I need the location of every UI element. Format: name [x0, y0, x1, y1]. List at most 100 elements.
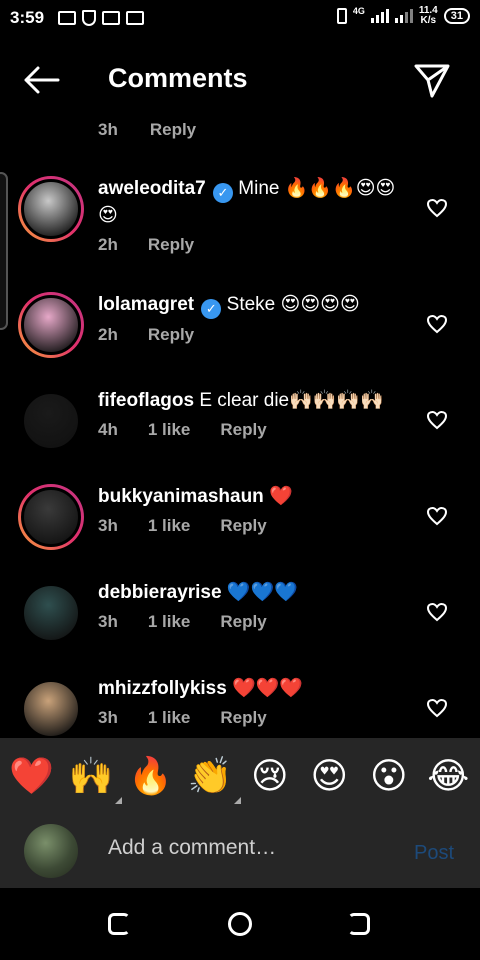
reply-button[interactable]: Reply [220, 708, 266, 728]
comment-meta: 2h Reply [98, 325, 408, 345]
comment-meta: 3h 1 like Reply [98, 612, 408, 632]
avatar-ring[interactable] [18, 484, 84, 550]
avatar-ring[interactable] [18, 176, 84, 242]
skin-tone-indicator-icon [115, 797, 123, 804]
reply-button[interactable]: Reply [220, 612, 266, 632]
avatar-ring[interactable] [18, 676, 84, 738]
avatar-ring[interactable] [18, 580, 84, 646]
comment-username[interactable]: debbierayrise [98, 582, 222, 603]
emoji-clapping-hands-button[interactable]: 👏 [185, 756, 242, 804]
like-heart-icon[interactable] [426, 602, 448, 622]
verified-badge-icon: ✓ [201, 299, 222, 319]
emoji-crying-face-button[interactable]: 😢 [245, 756, 295, 796]
comment-age: 3h [98, 516, 118, 535]
comment-body: mhizzfollykiss ❤️❤️❤️ 3h 1 like Reply [98, 676, 408, 728]
page-title: Comments [108, 63, 248, 93]
comment-username[interactable]: fifeoflagos [98, 390, 194, 411]
battery-icon: 31 [443, 8, 470, 24]
comment-line: lolamagret ✓ Steke 😍😍😍😍 [98, 292, 408, 319]
comment-input[interactable] [108, 836, 398, 860]
avatar[interactable] [21, 487, 81, 547]
avatar[interactable] [21, 179, 81, 239]
like-heart-icon[interactable] [426, 198, 448, 218]
network-type: 4G [352, 6, 365, 16]
emoji-tears-of-joy-button[interactable]: 😂 [423, 756, 473, 796]
avatar[interactable] [21, 391, 81, 451]
comment-line: mhizzfollykiss ❤️❤️❤️ [98, 676, 408, 702]
avatar[interactable] [21, 295, 81, 355]
comment-text: ❤️❤️❤️ [232, 678, 304, 699]
comment-username[interactable]: lolamagret [98, 294, 194, 315]
like-count[interactable]: 1 like [148, 420, 191, 440]
comment-body: fifeoflagos E clear die🙌🏻🙌🏻🙌🏻🙌🏻 4h 1 like R… [98, 388, 408, 440]
comment-text: Steke 😍😍😍😍 [226, 294, 360, 315]
reply-button[interactable]: Reply [220, 516, 266, 536]
system-back-icon[interactable] [348, 913, 370, 935]
comment-composer: Post [0, 814, 480, 888]
home-icon[interactable] [228, 912, 252, 936]
comment-line: aweleodita7 ✓ Mine 🔥🔥🔥😍😍😍 [98, 176, 408, 229]
comment-age: 3h [98, 120, 118, 139]
comment-age: 3h [98, 612, 118, 631]
comment-item[interactable]: fifeoflagos E clear die🙌🏻🙌🏻🙌🏻🙌🏻 4h 1 like R… [0, 388, 480, 484]
system-nav-bar [0, 888, 480, 960]
emoji-raised-hands-button[interactable]: 🙌 [66, 756, 123, 804]
comment-age: 2h [98, 325, 118, 344]
emoji-surprised-face-button[interactable]: 😮 [364, 756, 414, 796]
partial-comment-meta: 3h Reply [98, 120, 196, 140]
like-count[interactable]: 1 like [148, 612, 191, 632]
comment-body: debbierayrise 💙💙💙 3h 1 like Reply [98, 580, 408, 632]
back-arrow-icon[interactable] [22, 64, 62, 96]
comment-age: 3h [98, 708, 118, 727]
like-heart-icon[interactable] [426, 506, 448, 526]
comment-item[interactable]: mhizzfollykiss ❤️❤️❤️ 3h 1 like Reply [0, 676, 480, 738]
status-bar: 3:59 4G 11.4 K/s 31 [0, 0, 480, 36]
verified-badge-icon: ✓ [213, 183, 233, 203]
my-avatar [24, 824, 78, 878]
shield-icon [82, 10, 97, 26]
share-send-icon[interactable] [412, 60, 452, 100]
recent-apps-icon[interactable] [108, 913, 130, 935]
comment-body: lolamagret ✓ Steke 😍😍😍😍 2h Reply [98, 292, 408, 345]
like-heart-icon[interactable] [426, 410, 448, 430]
comment-item[interactable]: aweleodita7 ✓ Mine 🔥🔥🔥😍😍😍 2h Reply [0, 176, 480, 272]
like-count[interactable]: 1 like [148, 708, 191, 728]
comment-line: bukkyanimashaun ❤️ [98, 484, 408, 510]
comment-meta: 3h 1 like Reply [98, 516, 408, 536]
like-heart-icon[interactable] [426, 314, 448, 334]
avatar-ring[interactable] [18, 292, 84, 358]
emoji-heart-button[interactable]: ❤️ [7, 756, 57, 796]
comment-item[interactable]: debbierayrise 💙💙💙 3h 1 like Reply [0, 580, 480, 676]
comment-body: aweleodita7 ✓ Mine 🔥🔥🔥😍😍😍 2h Reply [98, 176, 408, 255]
post-button[interactable]: Post [414, 842, 454, 865]
status-time: 3:59 [10, 8, 45, 27]
comment-text: E clear die🙌🏻🙌🏻🙌🏻🙌🏻 [199, 390, 384, 411]
like-heart-icon[interactable] [426, 698, 448, 718]
reply-button[interactable]: Reply [148, 325, 194, 345]
skin-tone-indicator-icon [234, 797, 242, 804]
avatar[interactable] [21, 679, 81, 738]
avatar[interactable] [21, 583, 81, 643]
emoji-fire-button[interactable]: 🔥 [126, 756, 176, 796]
comment-username[interactable]: bukkyanimashaun [98, 486, 264, 507]
comment-item[interactable]: bukkyanimashaun ❤️ 3h 1 like Reply [0, 484, 480, 580]
comment-username[interactable]: mhizzfollykiss [98, 678, 227, 699]
reply-button[interactable]: Reply [148, 235, 194, 255]
like-count[interactable]: 1 like [148, 516, 191, 536]
message-icon [58, 11, 77, 25]
comments-list[interactable]: 3h Reply aweleodita7 ✓ Mine 🔥🔥🔥😍😍😍 2h Repl… [0, 112, 480, 738]
image-icon [102, 11, 121, 25]
status-right: 4G 11.4 K/s 31 [336, 6, 470, 26]
comment-age: 4h [98, 420, 118, 439]
reply-button[interactable]: Reply [220, 420, 266, 440]
comment-text: 💙💙💙 [226, 582, 298, 603]
net-speed-unit: K/s [420, 15, 437, 26]
signal-icon-2 [394, 9, 413, 23]
comment-item[interactable]: lolamagret ✓ Steke 😍😍😍😍 2h Reply [0, 292, 480, 388]
emoji-heart-eyes-button[interactable]: 😍 [304, 756, 354, 796]
avatar-ring[interactable] [18, 388, 84, 454]
comment-meta: 3h 1 like Reply [98, 708, 408, 728]
reply-button[interactable]: Reply [150, 120, 196, 140]
comment-age: 2h [98, 235, 118, 254]
comment-username[interactable]: aweleodita7 [98, 178, 206, 199]
